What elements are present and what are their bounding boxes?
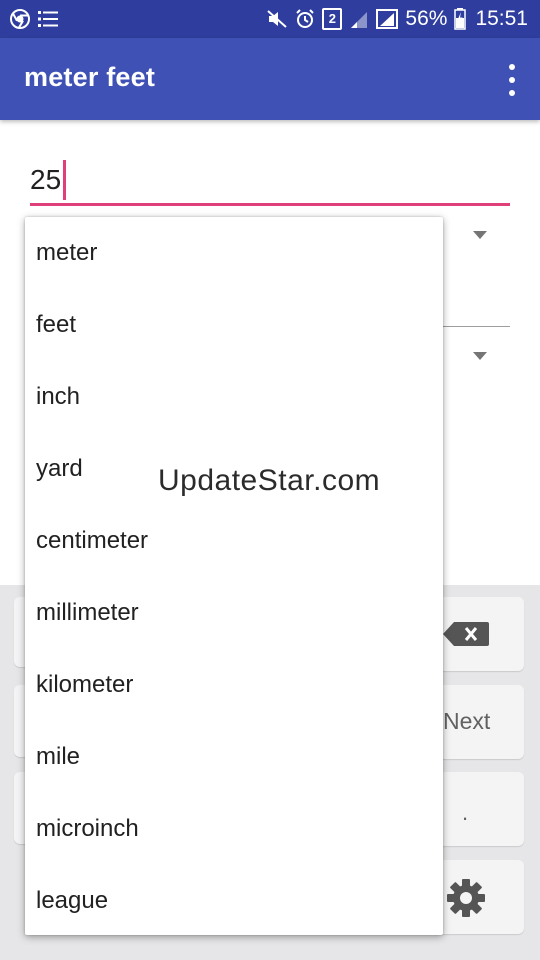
alarm-icon <box>296 9 315 28</box>
menu-dot <box>509 77 515 83</box>
status-right: 2 56% 15:51 <box>266 5 528 33</box>
app-bar: meter feet <box>0 38 540 120</box>
battery-percent: 56% <box>405 7 448 30</box>
next-key-label: Next <box>443 708 491 734</box>
watermark: UpdateStar.com <box>158 464 381 497</box>
backspace-icon <box>443 622 489 646</box>
to-unit-spinner-arrow-icon[interactable] <box>473 352 487 360</box>
app-title: meter feet <box>24 62 156 92</box>
unit-dropdown-list: meter feet inch yard centimeter millimet… <box>25 217 443 935</box>
dropdown-option-microinch[interactable]: microinch <box>25 793 443 865</box>
dot-key-label: . <box>462 800 469 825</box>
value-input[interactable]: 25 <box>30 158 510 206</box>
status-left <box>10 9 58 29</box>
more-vert-icon[interactable] <box>504 64 520 96</box>
dropdown-option-centimeter[interactable]: centimeter <box>25 505 443 577</box>
input-underline <box>30 203 510 206</box>
list-icon <box>38 11 58 27</box>
dropdown-option-mile[interactable]: mile <box>25 721 443 793</box>
signal-icon <box>376 9 399 29</box>
sim-2-icon: 2 <box>322 8 343 30</box>
value-input-text: 25 <box>30 164 62 195</box>
text-cursor <box>63 160 66 200</box>
dot-key[interactable] <box>430 772 524 846</box>
dropdown-option-inch[interactable]: inch <box>25 361 443 433</box>
from-unit-spinner-arrow-icon[interactable] <box>473 231 487 239</box>
clock: 15:51 <box>475 7 528 30</box>
menu-dot <box>509 64 515 70</box>
settings-icon <box>447 879 485 917</box>
dropdown-option-league[interactable]: league <box>25 865 443 937</box>
dropdown-option-feet[interactable]: feet <box>25 289 443 361</box>
dropdown-option-meter[interactable]: meter <box>25 217 443 289</box>
signal-icon <box>351 12 368 28</box>
from-unit-spinner-underline <box>443 326 510 327</box>
battery-icon <box>454 8 467 30</box>
menu-dot <box>509 90 515 96</box>
mute-icon <box>267 10 288 28</box>
chrome-icon <box>10 9 30 29</box>
dropdown-option-kilometer[interactable]: kilometer <box>25 649 443 721</box>
status-bar: 2 56% 15:51 <box>0 0 540 38</box>
dropdown-option-millimeter[interactable]: millimeter <box>25 577 443 649</box>
